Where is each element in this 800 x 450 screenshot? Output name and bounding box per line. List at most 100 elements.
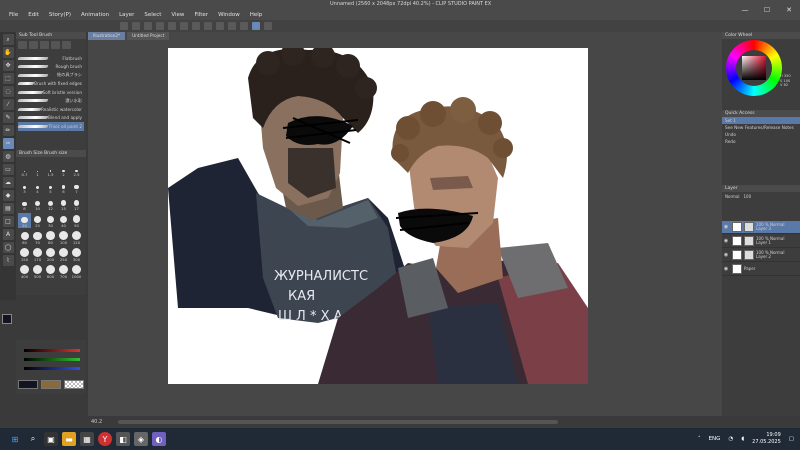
horizontal-scrollbar[interactable]: [118, 420, 558, 424]
select-tool-icon[interactable]: ⬚: [2, 73, 14, 84]
brush-group-icon[interactable]: [18, 41, 27, 49]
layer-row[interactable]: ◉ 100 % Normal Layer 3: [722, 221, 800, 234]
brush-size-option[interactable]: 300: [70, 247, 83, 262]
brush-item[interactable]: 濃い水彩: [17, 97, 84, 106]
quick-access-item[interactable]: See New Features/Release Notes: [722, 124, 800, 131]
brush-size-option[interactable]: 50: [70, 213, 83, 228]
text-tool-icon[interactable]: A: [2, 229, 14, 240]
new-icon[interactable]: [120, 22, 128, 30]
menu-file[interactable]: File: [4, 12, 23, 18]
snap-grid-icon[interactable]: [264, 22, 272, 30]
brush-size-option[interactable]: 1000: [70, 264, 83, 279]
menu-edit[interactable]: Edit: [23, 12, 44, 18]
open-icon[interactable]: [132, 22, 140, 30]
watercolor-group-icon[interactable]: [29, 41, 38, 49]
brush-item[interactable]: Blend and apply: [17, 114, 84, 123]
brush-size-option[interactable]: 30: [44, 213, 57, 228]
brush-size-option[interactable]: 12: [44, 196, 57, 211]
brush-size-option[interactable]: 17: [70, 196, 83, 211]
transparent-color-chip[interactable]: [64, 380, 84, 389]
brush-size-option[interactable]: 600: [44, 264, 57, 279]
clip-studio-icon[interactable]: ◈: [134, 432, 148, 446]
india-ink-group-icon[interactable]: [51, 41, 60, 49]
visibility-eye-icon[interactable]: ◉: [722, 252, 730, 258]
balloon-tool-icon[interactable]: ◯: [2, 242, 14, 253]
start-icon[interactable]: ⊞: [8, 432, 22, 446]
brush-size-option[interactable]: 500: [31, 264, 44, 279]
brush-size-option[interactable]: 700: [57, 264, 70, 279]
blue-slider[interactable]: [24, 367, 80, 370]
redo-icon[interactable]: [168, 22, 176, 30]
menu-window[interactable]: Window: [213, 12, 245, 18]
brush-item[interactable]: 絵の具ブラシ: [17, 71, 84, 80]
lasso-tool-icon[interactable]: ◌: [2, 86, 14, 97]
brush-size-option[interactable]: 150: [18, 247, 31, 262]
brush-size-option[interactable]: 5: [44, 179, 57, 194]
sub-color-chip[interactable]: [41, 380, 61, 389]
task-view-icon[interactable]: ▣: [44, 432, 58, 446]
eyedropper-tool-icon[interactable]: ⁄: [2, 99, 14, 110]
discord-icon[interactable]: ◐: [152, 432, 166, 446]
file-explorer-icon[interactable]: ▬: [62, 432, 76, 446]
brush-item[interactable]: Soft bristle version: [17, 88, 84, 97]
app-icon[interactable]: ◧: [116, 432, 130, 446]
brush-size-option[interactable]: 4: [31, 179, 44, 194]
airbrush-tool-icon[interactable]: ◍: [2, 151, 14, 162]
move-tool-icon[interactable]: ✥: [2, 60, 14, 71]
menu-layer[interactable]: Layer: [114, 12, 139, 18]
blend-tool-icon[interactable]: ☁: [2, 177, 14, 188]
color-wheel[interactable]: [726, 40, 782, 96]
visibility-eye-icon[interactable]: ◉: [722, 238, 730, 244]
quick-access-set[interactable]: Set 1: [722, 117, 800, 124]
blend-mode-select[interactable]: Normal: [725, 194, 739, 199]
brush-size-option[interactable]: 400: [18, 264, 31, 279]
opacity-value[interactable]: 100: [743, 194, 751, 199]
language-indicator[interactable]: ENG: [709, 436, 721, 442]
menu-animation[interactable]: Animation: [76, 12, 114, 18]
volume-icon[interactable]: ◖: [741, 436, 744, 442]
brush-item-selected[interactable]: Thick oil paint 2: [17, 122, 84, 131]
menu-view[interactable]: View: [166, 12, 189, 18]
brush-size-option[interactable]: 100: [57, 230, 70, 245]
brush-item[interactable]: Brush with fixed edges: [17, 80, 84, 89]
visibility-eye-icon[interactable]: ◉: [722, 266, 730, 272]
menu-filter[interactable]: Filter: [189, 12, 213, 18]
oil-group-icon[interactable]: [40, 41, 49, 49]
green-slider[interactable]: [24, 358, 80, 361]
search-icon[interactable]: ⌕: [26, 432, 40, 446]
close-button[interactable]: ✕: [778, 0, 800, 20]
yandex-browser-icon[interactable]: Y: [98, 432, 112, 446]
document-tab[interactable]: Illustration2*: [88, 32, 126, 40]
brush-size-option[interactable]: 6: [57, 179, 70, 194]
brush-size-option[interactable]: 20: [18, 213, 31, 228]
wifi-icon[interactable]: ◔: [728, 436, 733, 442]
brush-size-option[interactable]: 2.5: [70, 162, 83, 177]
red-slider[interactable]: [24, 349, 80, 352]
brush-item[interactable]: Rough brush: [17, 63, 84, 72]
drawing-canvas[interactable]: ЖУРНАЛИСТС КАЯ Ш Л * Х А: [168, 48, 588, 384]
brush-size-option[interactable]: 170: [31, 247, 44, 262]
invert-selection-icon[interactable]: [228, 22, 236, 30]
brush-size-option[interactable]: 70: [31, 230, 44, 245]
correct-line-tool-icon[interactable]: ⌇: [2, 255, 14, 266]
brush-size-option[interactable]: 1.5: [44, 162, 57, 177]
zoom-tool-icon[interactable]: ⌕: [2, 34, 14, 45]
clear-icon[interactable]: [180, 22, 188, 30]
transform-icon[interactable]: [204, 22, 212, 30]
brush-size-option[interactable]: 2: [57, 162, 70, 177]
fill-icon[interactable]: [192, 22, 200, 30]
maximize-button[interactable]: ☐: [756, 0, 778, 20]
brush-size-option[interactable]: 3: [18, 179, 31, 194]
menu-select[interactable]: Select: [139, 12, 166, 18]
document-tab[interactable]: Untitled Project: [127, 32, 170, 40]
layer-row[interactable]: ◉ 100 % Normal Layer 2: [722, 249, 800, 262]
main-color-swatch[interactable]: [2, 314, 12, 324]
fill-tool-icon[interactable]: ◆: [2, 190, 14, 201]
clock[interactable]: 19:09 27.05.2025: [752, 432, 781, 446]
layer-row-paper[interactable]: ◉ Paper: [722, 263, 800, 276]
hand-tool-icon[interactable]: ✋: [2, 47, 14, 58]
pencil-tool-icon[interactable]: ✏: [2, 125, 14, 136]
pen-tool-icon[interactable]: ✎: [2, 112, 14, 123]
texture-group-icon[interactable]: [62, 41, 71, 49]
main-color-chip[interactable]: [18, 380, 38, 389]
